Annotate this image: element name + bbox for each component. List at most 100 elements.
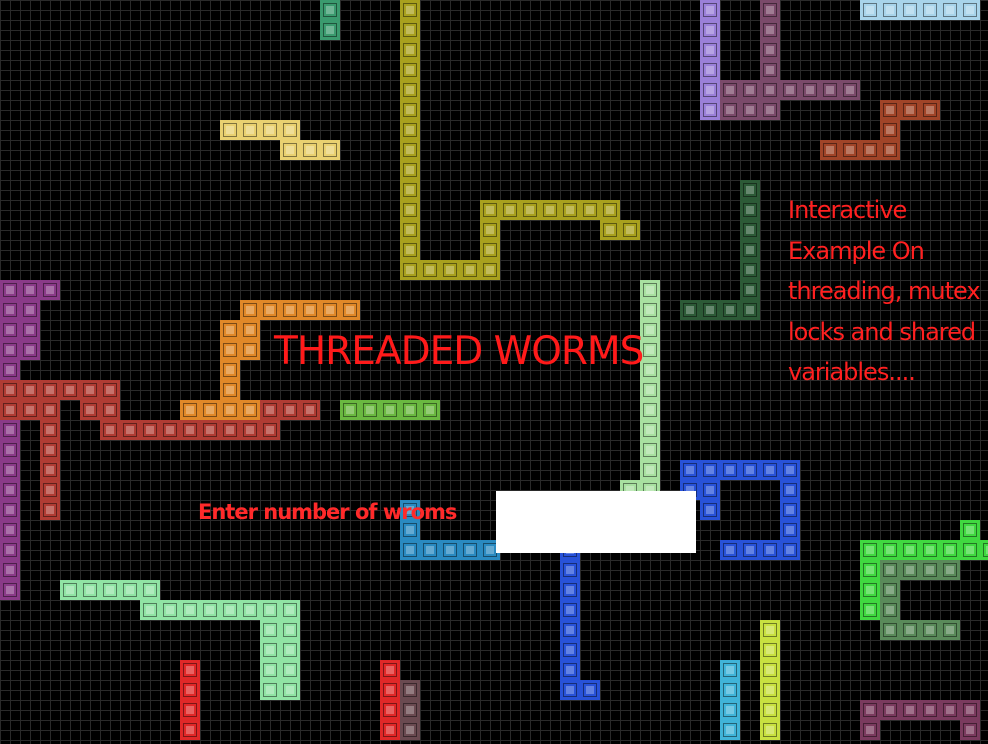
- worm-segment-blue: [780, 500, 800, 520]
- worm-segment-cerulean: [420, 540, 440, 560]
- worm-segment-blue: [560, 660, 580, 680]
- worm-segment-cerulean: [440, 540, 460, 560]
- worm-segment-lavender: [700, 0, 720, 20]
- worm-segment-blue: [780, 460, 800, 480]
- worm-segment-bright-green: [920, 540, 940, 560]
- worm-segment-blue: [560, 620, 580, 640]
- worm-segment-brick-red: [40, 400, 60, 420]
- worm-segment-red: [380, 700, 400, 720]
- worm-segment-lime: [760, 640, 780, 660]
- worm-segment-dark-green: [740, 240, 760, 260]
- worm-segment-brick-red: [20, 400, 40, 420]
- worm-segment-pale-green: [640, 380, 660, 400]
- worm-segment-gray-brown: [400, 720, 420, 740]
- worm-segment-mint: [120, 580, 140, 600]
- worm-segment-blue: [760, 540, 780, 560]
- worm-segment-purple: [20, 340, 40, 360]
- worm-segment-light-blue: [940, 0, 960, 20]
- worm-segment-red: [180, 660, 200, 680]
- worm-segment-brick-red: [40, 380, 60, 400]
- worm-segment-olive: [400, 200, 420, 220]
- worm-count-label: Enter number of wroms: [198, 500, 457, 524]
- worm-segment-blue: [700, 500, 720, 520]
- worm-segment-olive: [400, 240, 420, 260]
- worm-segment-gray-brown: [400, 700, 420, 720]
- worm-segment-rust: [880, 120, 900, 140]
- worm-segment-olive: [400, 0, 420, 20]
- worm-segment-brick-red: [120, 420, 140, 440]
- worm-segment-sage: [880, 580, 900, 600]
- worm-segment-khaki: [320, 140, 340, 160]
- worm-segment-bright-green: [980, 540, 988, 560]
- worm-segment-brick-red: [260, 420, 280, 440]
- worm-segment-olive: [400, 120, 420, 140]
- worm-segment-pale-green: [640, 300, 660, 320]
- worm-segment-bright-green: [960, 520, 980, 540]
- worm-segment-sage: [880, 600, 900, 620]
- worm-segment-rust: [840, 140, 860, 160]
- worm-segment-purple: [0, 340, 20, 360]
- worm-segment-blue: [580, 680, 600, 700]
- worm-segment-cerulean: [460, 540, 480, 560]
- worm-segment-bright-green: [860, 600, 880, 620]
- worm-segment-rust: [820, 140, 840, 160]
- worm-segment-lavender: [700, 20, 720, 40]
- worm-segment-sky-blue: [720, 720, 740, 740]
- worm-segment-plum: [820, 80, 840, 100]
- worm-segment-light-blue: [960, 0, 980, 20]
- worm-segment-plum: [840, 80, 860, 100]
- worm-segment-brick-red: [100, 420, 120, 440]
- worm-segment-bright-green: [880, 540, 900, 560]
- worm-segment-mauve: [860, 720, 880, 740]
- worm-segment-brick-red: [180, 420, 200, 440]
- worm-segment-bright-green: [960, 540, 980, 560]
- worm-segment-sage: [940, 620, 960, 640]
- worm-segment-brick-red: [40, 440, 60, 460]
- worm-segment-brick-red: [100, 380, 120, 400]
- worm-segment-mint: [280, 640, 300, 660]
- worm-segment-blue: [720, 540, 740, 560]
- worm-segment-orange: [220, 320, 240, 340]
- worm-segment-blue: [700, 460, 720, 480]
- worm-segment-purple: [20, 300, 40, 320]
- worm-segment-lime: [760, 720, 780, 740]
- worm-segment-plum: [760, 80, 780, 100]
- worm-segment-plum: [760, 100, 780, 120]
- worm-segment-green: [420, 400, 440, 420]
- worm-segment-blue: [560, 560, 580, 580]
- worm-segment-mint: [260, 680, 280, 700]
- worm-segment-brick-red: [220, 420, 240, 440]
- worm-segment-brick-red: [40, 460, 60, 480]
- worm-segment-sage: [880, 620, 900, 640]
- worm-segment-sage: [920, 560, 940, 580]
- worm-segment-orange: [260, 300, 280, 320]
- worm-segment-mauve: [920, 700, 940, 720]
- worm-segment-olive: [480, 260, 500, 280]
- worm-segment-mint: [160, 600, 180, 620]
- worm-segment-pale-green: [640, 420, 660, 440]
- worm-segment-blue: [560, 580, 580, 600]
- worm-count-input[interactable]: [496, 491, 696, 553]
- worm-segment-sky-blue: [720, 680, 740, 700]
- worm-segment-purple: [20, 280, 40, 300]
- worm-segment-blue: [740, 540, 760, 560]
- worm-segment-lime: [760, 620, 780, 640]
- worm-segment-khaki: [220, 120, 240, 140]
- worm-segment-purple: [0, 280, 20, 300]
- worm-segment-orange: [240, 340, 260, 360]
- worm-segment-light-blue: [900, 0, 920, 20]
- worm-segment-khaki: [260, 120, 280, 140]
- worm-segment-brick-red: [40, 480, 60, 500]
- worm-segment-red: [180, 680, 200, 700]
- worm-segment-plum: [760, 40, 780, 60]
- worm-segment-mauve: [940, 700, 960, 720]
- worm-segment-plum: [780, 80, 800, 100]
- worm-segment-mint: [60, 580, 80, 600]
- worm-segment-brick-red: [140, 420, 160, 440]
- description-line: Example On: [788, 236, 925, 265]
- worm-segment-mauve: [860, 700, 880, 720]
- worm-segment-lavender: [700, 100, 720, 120]
- worm-segment-plum: [800, 80, 820, 100]
- worm-segment-olive: [580, 200, 600, 220]
- worm-segment-mint: [220, 600, 240, 620]
